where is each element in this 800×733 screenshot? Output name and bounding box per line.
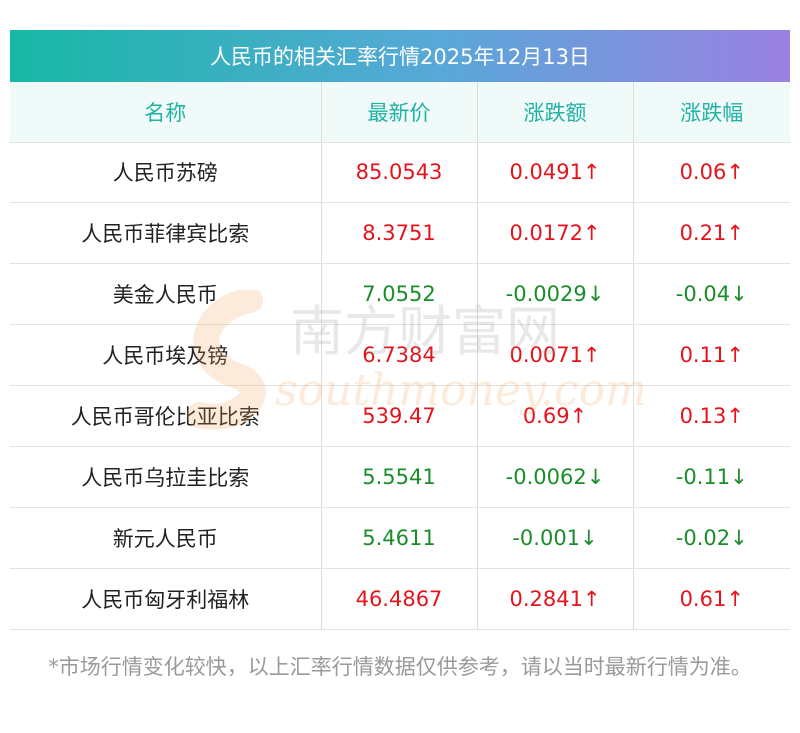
- column-header-price: 最新价: [321, 82, 478, 143]
- cell-price: 5.4611: [321, 507, 478, 569]
- cell-pct: 0.21↑: [633, 202, 790, 265]
- table-row: 人民币乌拉圭比索 5.5541 -0.0062↓ -0.11↓: [10, 446, 790, 508]
- table-title: 人民币的相关汇率行情2025年12月13日: [10, 30, 790, 82]
- disclaimer-note: *市场行情变化较快，以上汇率行情数据仅供参考，请以当时最新行情为准。: [48, 655, 752, 679]
- cell-name: 人民币苏磅: [10, 142, 322, 204]
- cell-change: 0.69↑: [477, 385, 634, 447]
- cell-change: 0.2841↑: [477, 568, 634, 630]
- cell-price: 6.7384: [321, 324, 478, 387]
- cell-name: 人民币哥伦比亚比索: [10, 385, 322, 447]
- cell-price: 5.5541: [321, 446, 478, 508]
- table-row: 新元人民币 5.4611 -0.001↓ -0.02↓: [10, 507, 790, 569]
- cell-price: 539.47: [321, 385, 478, 447]
- cell-pct: 0.13↑: [633, 385, 790, 447]
- cell-price: 85.0543: [321, 142, 478, 204]
- column-header-name: 名称: [10, 82, 322, 143]
- table-row: 美金人民币 7.0552 -0.0029↓ -0.04↓: [10, 263, 790, 326]
- cell-change: 0.0491↑: [477, 142, 634, 204]
- cell-change: -0.0062↓: [477, 446, 634, 508]
- column-header-pct: 涨跌幅: [633, 82, 790, 143]
- rate-table-card: 人民币的相关汇率行情2025年12月13日 名称 最新价 涨跌额 涨跌幅 人民币…: [10, 30, 790, 630]
- column-header-change: 涨跌额: [477, 82, 634, 143]
- table-row: 人民币苏磅 85.0543 0.0491↑ 0.06↑: [10, 142, 790, 204]
- cell-change: -0.001↓: [477, 507, 634, 569]
- table-row: 人民币哥伦比亚比索 539.47 0.69↑ 0.13↑: [10, 385, 790, 447]
- header-row: 名称 最新价 涨跌额 涨跌幅: [10, 82, 790, 143]
- rate-table: 名称 最新价 涨跌额 涨跌幅 人民币苏磅 85.0543 0.0491↑ 0.0…: [10, 82, 790, 630]
- cell-change: -0.0029↓: [477, 263, 634, 326]
- cell-pct: -0.04↓: [633, 263, 790, 326]
- cell-price: 7.0552: [321, 263, 478, 326]
- cell-price: 46.4867: [321, 568, 478, 630]
- table-row: 人民币埃及镑 6.7384 0.0071↑ 0.11↑: [10, 324, 790, 387]
- cell-pct: 0.11↑: [633, 324, 790, 387]
- table-row: 人民币匈牙利福林 46.4867 0.2841↑ 0.61↑: [10, 568, 790, 630]
- cell-name: 美金人民币: [10, 263, 322, 326]
- cell-pct: -0.02↓: [633, 507, 790, 569]
- cell-name: 人民币埃及镑: [10, 324, 322, 387]
- cell-name: 人民币乌拉圭比索: [10, 446, 322, 508]
- cell-change: 0.0172↑: [477, 202, 634, 265]
- cell-name: 人民币菲律宾比索: [10, 202, 322, 265]
- cell-name: 人民币匈牙利福林: [10, 568, 322, 630]
- cell-pct: 0.06↑: [633, 142, 790, 204]
- table-row: 人民币菲律宾比索 8.3751 0.0172↑ 0.21↑: [10, 202, 790, 265]
- cell-pct: 0.61↑: [633, 568, 790, 630]
- cell-name: 新元人民币: [10, 507, 322, 569]
- cell-pct: -0.11↓: [633, 446, 790, 508]
- cell-change: 0.0071↑: [477, 324, 634, 387]
- cell-price: 8.3751: [321, 202, 478, 265]
